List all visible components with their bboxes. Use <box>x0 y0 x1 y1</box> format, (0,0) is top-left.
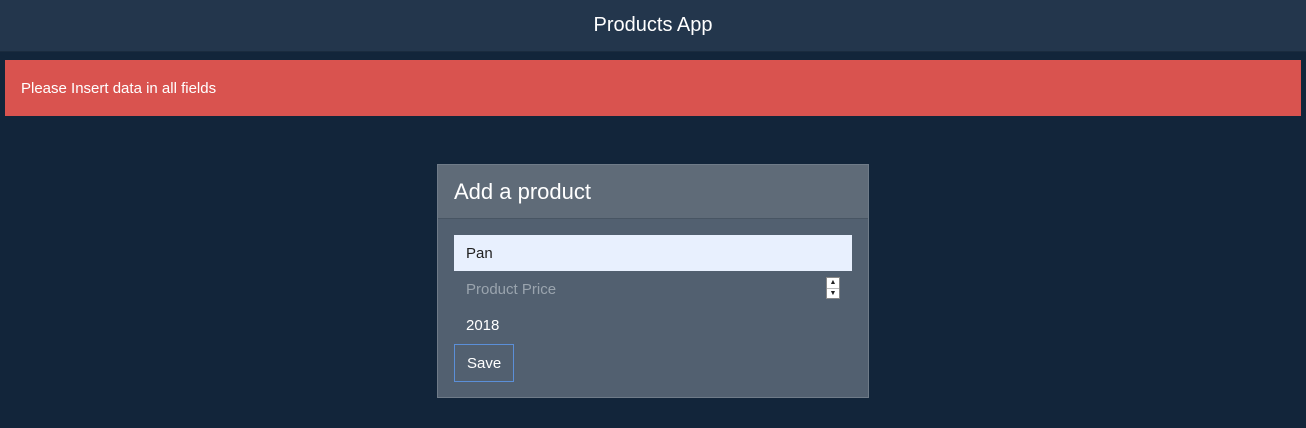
product-price-input[interactable] <box>454 271 852 307</box>
card-title: Add a product <box>454 178 591 204</box>
price-stepper[interactable]: ▲ ▼ <box>826 277 840 299</box>
product-price-wrapper: ▲ ▼ <box>454 271 852 307</box>
alert-message: Please Insert data in all fields <box>21 79 217 97</box>
product-year-input[interactable] <box>454 307 852 343</box>
card-header: Add a product <box>438 165 868 219</box>
add-product-card: Add a product ▲ ▼ Save <box>437 164 869 398</box>
navbar: Products App <box>0 0 1306 52</box>
stepper-up-icon[interactable]: ▲ <box>827 278 839 288</box>
error-alert: Please Insert data in all fields <box>5 60 1301 116</box>
save-button[interactable]: Save <box>454 344 515 382</box>
product-name-input[interactable] <box>454 235 852 271</box>
app-title: Products App <box>593 14 713 36</box>
stepper-down-icon[interactable]: ▼ <box>827 287 839 299</box>
card-body: ▲ ▼ Save <box>438 219 868 382</box>
